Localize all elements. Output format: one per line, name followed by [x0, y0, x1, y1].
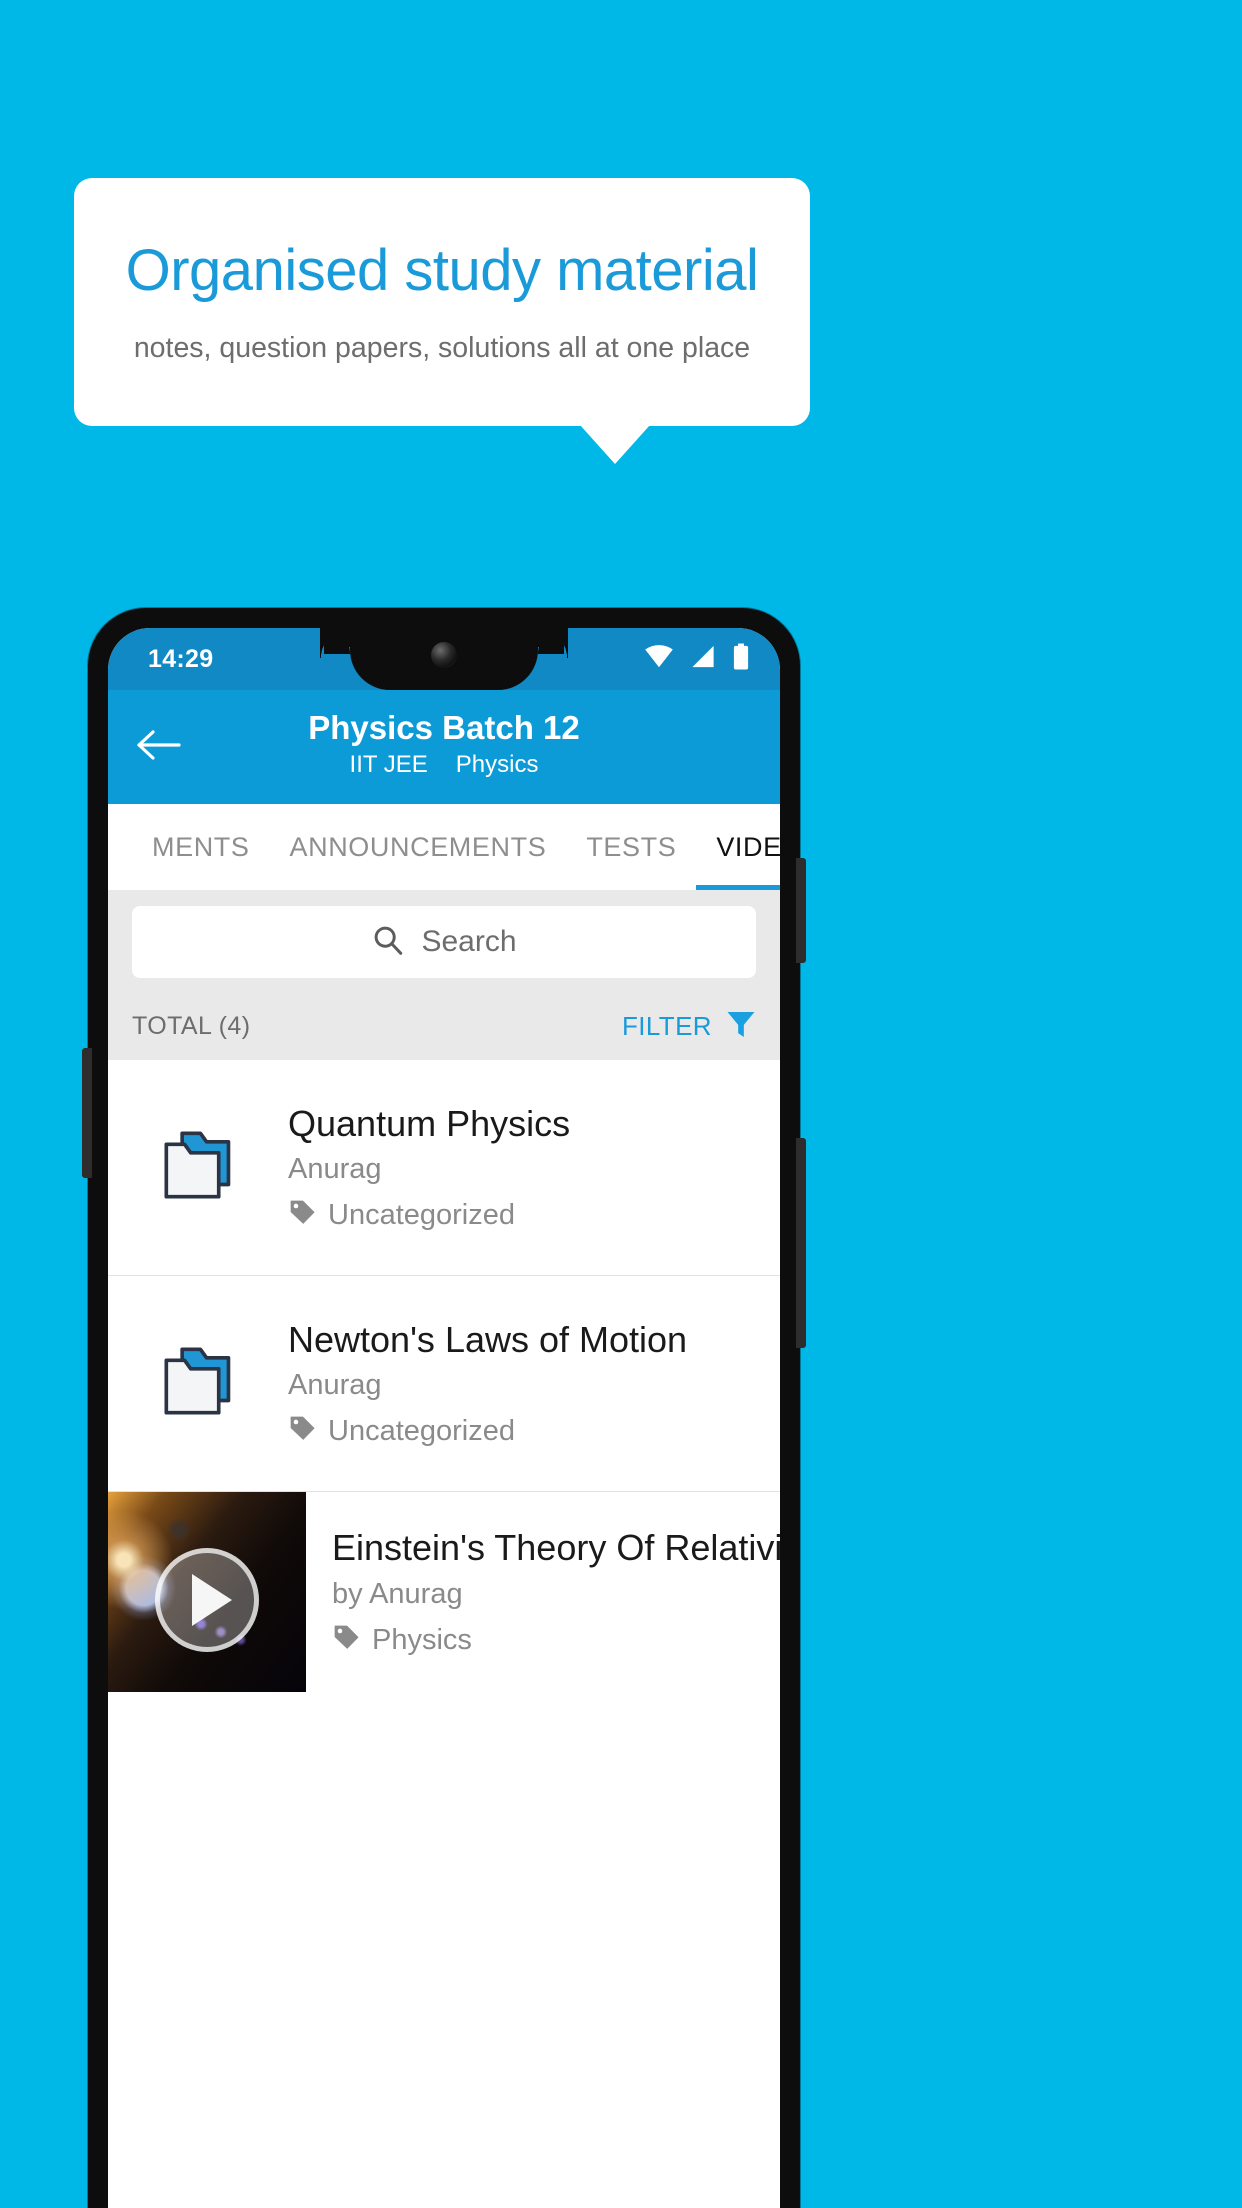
tab-wrap-videos: VIDEOS [696, 804, 780, 890]
phone-button-right-top[interactable] [796, 858, 806, 963]
wifi-icon [644, 645, 674, 674]
search-input[interactable]: Search [132, 906, 756, 978]
tab-bar: MENTS ANNOUNCEMENTS TESTS VIDEOS [108, 804, 780, 890]
item-author: Anurag [288, 1153, 382, 1186]
item-icon-cell [108, 1342, 288, 1425]
item-tag-label: Uncategorized [328, 1198, 515, 1231]
filter-button[interactable]: FILTER [622, 1007, 758, 1046]
folder-icon [160, 1126, 236, 1209]
list-toolbar: TOTAL (4) FILTER [108, 992, 780, 1060]
tab-wrap-tests: TESTS [566, 804, 696, 890]
app-bar: Physics Batch 12 IIT JEE Physics [108, 690, 780, 804]
signal-icon [690, 645, 716, 674]
item-tag-label: Physics [372, 1623, 472, 1656]
notch-mask-right [538, 628, 568, 658]
list-item[interactable]: Newton's Laws of Motion Anurag Uncategor… [108, 1276, 780, 1492]
tag-icon [332, 1623, 361, 1657]
list-item[interactable]: Einstein's Theory Of Relativity by Anura… [108, 1492, 780, 1692]
tag-icon [288, 1198, 317, 1232]
camera-notch [320, 628, 568, 690]
item-body: Newton's Laws of Motion Anurag Uncategor… [288, 1319, 705, 1448]
item-title: Quantum Physics [288, 1102, 571, 1144]
item-body: Quantum Physics Anurag Uncategorized [288, 1103, 588, 1232]
content-list: Quantum Physics Anurag Uncategorized New… [108, 1060, 780, 1692]
notch-mask-left [320, 628, 350, 658]
item-author: by Anurag [332, 1578, 463, 1611]
item-body: Einstein's Theory Of Relativity by Anura… [306, 1492, 780, 1692]
phone-mockup: 14:29 Physics Batch 12 IIT JEE Physics M… [82, 608, 806, 2208]
filter-funnel-icon [724, 1007, 758, 1046]
play-button-icon[interactable] [155, 1548, 259, 1652]
list-item[interactable]: Quantum Physics Anurag Uncategorized [108, 1060, 780, 1276]
page-title: Physics Batch 12 [308, 708, 580, 746]
breadcrumb-subject: Physics [455, 751, 539, 779]
tag-icon [288, 1414, 317, 1448]
battery-icon [732, 643, 750, 675]
item-tag-row: Physics [332, 1623, 780, 1657]
tab-assignments[interactable]: MENTS [132, 804, 270, 890]
item-icon-cell [108, 1126, 288, 1209]
phone-button-right-bottom[interactable] [796, 1138, 806, 1348]
promo-bubble-tail [580, 425, 650, 464]
item-tag-row: Uncategorized [288, 1414, 687, 1448]
search-icon [371, 923, 405, 962]
tab-wrap-assignments: MENTS [132, 804, 270, 890]
front-camera-icon [431, 642, 457, 668]
folder-icon [160, 1342, 236, 1425]
tab-videos[interactable]: VIDEOS [696, 804, 780, 890]
item-title: Einstein's Theory Of Relativity [332, 1526, 780, 1568]
phone-screen: 14:29 Physics Batch 12 IIT JEE Physics M… [108, 628, 780, 2208]
tab-wrap-announcements: ANNOUNCEMENTS [270, 804, 567, 890]
item-title: Newton's Laws of Motion [288, 1318, 688, 1360]
app-bar-titles: Physics Batch 12 IIT JEE Physics [108, 708, 780, 784]
play-triangle-icon [191, 1574, 232, 1626]
status-time: 14:29 [148, 644, 214, 673]
tab-tests[interactable]: TESTS [566, 804, 696, 890]
status-icons [644, 643, 750, 675]
status-bar: 14:29 [108, 628, 780, 690]
breadcrumb: IIT JEE Physics [108, 751, 780, 779]
item-tag-row: Uncategorized [288, 1198, 570, 1232]
item-tag-label: Uncategorized [328, 1414, 515, 1447]
back-arrow-icon[interactable] [134, 720, 184, 770]
filter-label: FILTER [621, 1010, 712, 1041]
tab-announcements[interactable]: ANNOUNCEMENTS [270, 804, 567, 890]
promo-title: Organised study material [125, 237, 759, 303]
promo-subtitle: notes, question papers, solutions all at… [133, 332, 751, 365]
breadcrumb-exam: IIT JEE [349, 751, 428, 779]
promo-card: Organised study material notes, question… [74, 178, 810, 426]
phone-bezel: 14:29 Physics Batch 12 IIT JEE Physics M… [108, 628, 780, 2208]
video-thumbnail[interactable] [108, 1492, 306, 1692]
search-placeholder: Search [421, 925, 517, 958]
search-area: Search [108, 890, 780, 992]
total-count-label: TOTAL (4) [132, 1011, 251, 1040]
item-author: Anurag [288, 1369, 382, 1402]
phone-button-left[interactable] [82, 1048, 92, 1178]
